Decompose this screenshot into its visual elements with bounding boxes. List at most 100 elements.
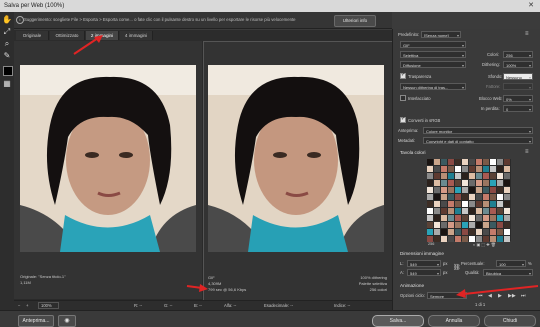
original-pane[interactable]: Originale: "Senza titolo-1" 1,11M [14,41,202,299]
palette-swatch[interactable] [504,166,510,172]
color-table-menu-icon[interactable]: ≡ [525,149,529,155]
palette-swatch[interactable] [476,215,482,221]
palette-swatch[interactable] [448,215,454,221]
palette-swatch[interactable] [462,208,468,214]
percent-input[interactable]: 100 [496,260,526,267]
dither-select[interactable]: 100% [503,61,533,68]
palette-swatch[interactable] [448,236,454,242]
palette-swatch[interactable] [469,180,475,186]
palette-swatch[interactable] [427,208,433,214]
zoom-out-button[interactable]: − [18,303,20,308]
palette-swatch[interactable] [497,194,503,200]
palette-swatch[interactable] [427,222,433,228]
zoom-select[interactable]: 100% [38,302,59,309]
color-table-grid[interactable] [427,159,511,242]
palette-swatch[interactable] [441,173,447,179]
preset-select[interactable]: [Senza nome] [421,31,461,38]
palette-swatch[interactable] [434,187,440,193]
eyedropper-color-swatch[interactable] [3,66,13,76]
interlaced-checkbox[interactable] [400,95,406,101]
palette-swatch[interactable] [476,222,482,228]
palette-swatch[interactable] [455,208,461,214]
palette-swatch[interactable] [462,187,468,193]
palette-swatch[interactable] [455,229,461,235]
tab-original[interactable]: Originale [16,31,49,40]
palette-swatch[interactable] [434,194,440,200]
palette-swatch[interactable] [483,194,489,200]
palette-swatch[interactable] [448,201,454,207]
close-icon[interactable]: ✕ [528,0,534,12]
link-icon[interactable]: ⛓ [453,264,461,271]
palette-swatch[interactable] [434,208,440,214]
palette-swatch[interactable] [441,208,447,214]
transparency-checkbox[interactable] [400,72,406,79]
palette-swatch[interactable] [434,166,440,172]
palette-swatch[interactable] [455,201,461,207]
height-input[interactable]: 549 [407,269,441,276]
palette-swatch[interactable] [483,180,489,186]
reduction-select[interactable]: Selettiva [400,51,466,58]
palette-swatch[interactable] [469,229,475,235]
optimized-pane[interactable]: GIF 4,309M 799 sec @ 56,6 Kbps 100% dith… [203,41,393,301]
lossy-select[interactable]: 0 [503,105,533,112]
palette-swatch[interactable] [469,159,475,165]
palette-swatch[interactable] [504,187,510,193]
palette-swatch[interactable] [434,201,440,207]
hand-tool-icon[interactable]: ✋ [2,15,12,25]
palette-swatch[interactable] [504,201,510,207]
palette-swatch[interactable] [434,159,440,165]
palette-swatch[interactable] [476,208,482,214]
palette-swatch[interactable] [476,173,482,179]
palette-swatch[interactable] [469,187,475,193]
palette-swatch[interactable] [497,180,503,186]
palette-swatch[interactable] [483,201,489,207]
palette-swatch[interactable] [490,208,496,214]
palette-swatch[interactable] [427,229,433,235]
palette-swatch[interactable] [434,236,440,242]
palette-swatch[interactable] [448,166,454,172]
palette-swatch[interactable] [462,180,468,186]
palette-swatch[interactable] [490,159,496,165]
palette-swatch[interactable] [504,215,510,221]
palette-swatch[interactable] [455,215,461,221]
palette-swatch[interactable] [504,208,510,214]
palette-swatch[interactable] [490,201,496,207]
palette-swatch[interactable] [455,166,461,172]
palette-swatch[interactable] [448,173,454,179]
palette-swatch[interactable] [483,173,489,179]
palette-swatch[interactable] [455,173,461,179]
tab-4-up[interactable]: 4 immagini [120,31,153,40]
palette-swatch[interactable] [427,159,433,165]
palette-swatch[interactable] [448,222,454,228]
cancel-button[interactable]: Annulla [428,315,480,327]
palette-swatch[interactable] [504,194,510,200]
palette-swatch[interactable] [441,166,447,172]
quality-select[interactable]: Bicubica [483,269,533,276]
panel-menu-icon[interactable]: ≡ [525,31,529,37]
palette-swatch[interactable] [427,173,433,179]
palette-swatch[interactable] [504,159,510,165]
transparency-dither-select[interactable]: Nessun dithering di tras... [400,83,466,90]
palette-swatch[interactable] [497,166,503,172]
palette-swatch[interactable] [441,222,447,228]
palette-swatch[interactable] [483,229,489,235]
palette-swatch[interactable] [490,166,496,172]
palette-swatch[interactable] [448,180,454,186]
slice-select-tool-icon[interactable]: ⤢ [2,27,12,37]
palette-swatch[interactable] [441,180,447,186]
eyedropper-tool-icon[interactable]: ✎ [2,51,12,61]
palette-swatch[interactable] [455,159,461,165]
palette-swatch[interactable] [462,229,468,235]
palette-swatch[interactable] [476,159,482,165]
palette-swatch[interactable] [434,229,440,235]
palette-swatch[interactable] [469,166,475,172]
palette-swatch[interactable] [462,236,468,242]
save-button[interactable]: Salva... [372,315,424,327]
preview-select[interactable]: Colore monitor [423,127,533,134]
palette-swatch[interactable] [490,180,496,186]
palette-swatch[interactable] [462,166,468,172]
palette-swatch[interactable] [441,201,447,207]
palette-swatch[interactable] [427,201,433,207]
browser-preview-icon[interactable]: ◉ [58,315,76,327]
palette-swatch[interactable] [476,201,482,207]
